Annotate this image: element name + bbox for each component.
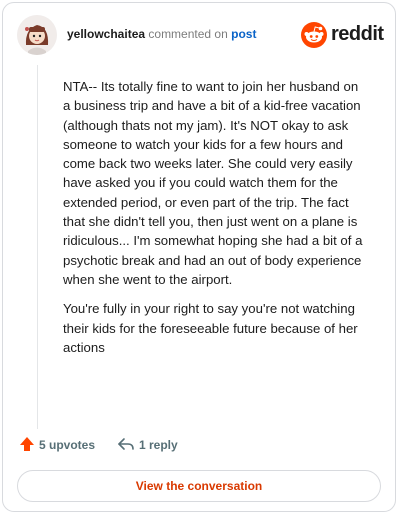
avatar[interactable] [17, 15, 57, 55]
post-link[interactable]: post [231, 27, 256, 41]
comment-meta: yellowchaitea commented on post [67, 27, 256, 41]
reddit-logo[interactable]: reddit [301, 21, 384, 49]
reddit-wordmark: reddit [331, 23, 384, 45]
username-link[interactable]: yellowchaitea [67, 27, 145, 41]
reply-arrow-icon [118, 438, 134, 450]
comment-header: yellowchaitea commented on post reddit [17, 15, 384, 55]
replies-count: 1 reply [139, 438, 178, 452]
action-text: commented on [148, 27, 228, 41]
comment-card: yellowchaitea commented on post reddit N… [2, 2, 396, 512]
reddit-snoo-icon [301, 22, 327, 48]
upvote-arrow-icon [20, 437, 34, 451]
avatar-illustration-icon [17, 15, 57, 55]
thread-line [37, 65, 38, 429]
comment-body: NTA-- Its totally fine to want to join h… [63, 77, 363, 367]
view-conversation-button[interactable]: View the conversation [17, 470, 381, 502]
comment-paragraph: NTA-- Its totally fine to want to join h… [63, 79, 363, 287]
comment-paragraph: You're fully in your right to say you're… [63, 301, 358, 355]
upvotes-count: 5 upvotes [39, 438, 96, 452]
